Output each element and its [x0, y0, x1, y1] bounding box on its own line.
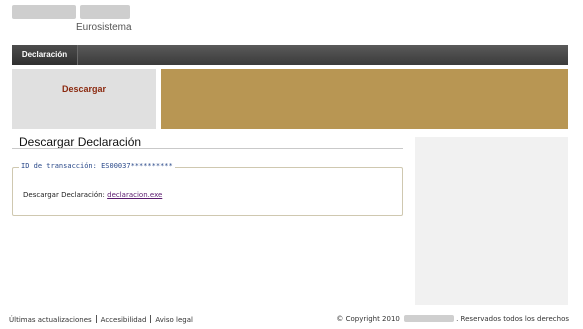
- footer-separator: [150, 315, 152, 323]
- logo-subtitle: Eurosistema: [76, 22, 132, 33]
- footer-separator: [95, 315, 97, 323]
- transaction-id-legend: ID de transacción: ES00037**********: [19, 162, 175, 170]
- sidebar-download-link[interactable]: Descargar: [12, 84, 156, 94]
- redacted-text: [404, 315, 455, 322]
- copyright-suffix: . Reservados todos los derechos: [456, 315, 569, 323]
- logo[interactable]: Eurosistema: [12, 4, 142, 38]
- logo-mark: [12, 5, 130, 19]
- footer-link-updates[interactable]: Últimas actualizaciones: [9, 316, 92, 324]
- footer-link-legal[interactable]: Aviso legal: [155, 316, 193, 324]
- download-row: Descargar Declaración: declaracion.exe: [23, 191, 162, 199]
- sidebar-box: Descargar: [12, 69, 156, 129]
- footer-link-accessibility[interactable]: Accesibilidad: [101, 316, 147, 324]
- download-label: Descargar Declaración:: [23, 191, 105, 199]
- transaction-id-label: ID de transacción:: [21, 162, 97, 170]
- footer-links: Últimas actualizaciones Accesibilidad Avis…: [9, 315, 193, 324]
- header-banner: [161, 69, 568, 129]
- footer: Últimas actualizaciones Accesibilidad Avis…: [0, 312, 583, 329]
- page-title: Descargar Declaración: [19, 135, 142, 149]
- nav-item-declaracion[interactable]: Declaración: [12, 45, 78, 65]
- transaction-id-value: ES00037**********: [101, 162, 173, 170]
- download-file-link[interactable]: declaracion.exe: [107, 191, 162, 199]
- copyright: © Copyright 2010 . Reservados todos los …: [336, 315, 569, 323]
- main-nav: Declaración: [12, 45, 568, 65]
- copyright-prefix: © Copyright 2010: [336, 315, 400, 323]
- title-divider: [12, 148, 403, 149]
- right-sidebar-panel: [415, 137, 568, 305]
